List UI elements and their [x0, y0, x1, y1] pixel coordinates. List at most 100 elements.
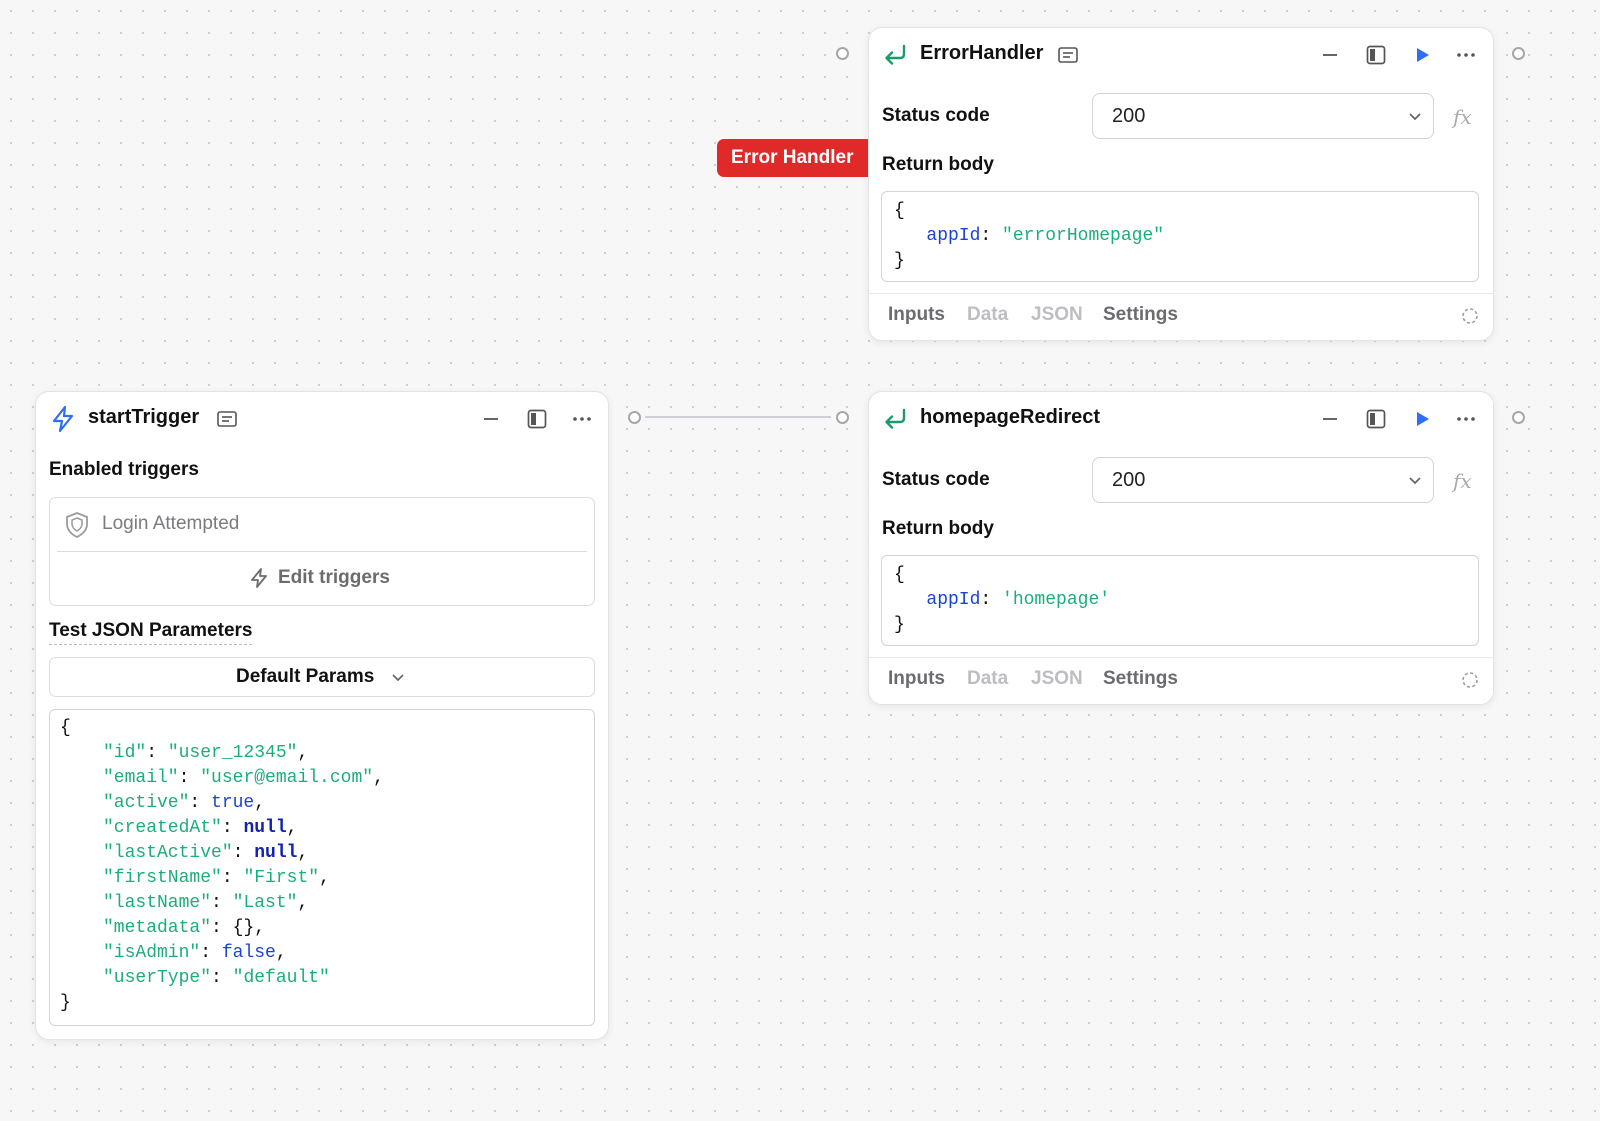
- start-trigger-node[interactable]: startTrigger Enabled triggers Login Atte…: [35, 391, 609, 1040]
- tab-settings[interactable]: Settings: [1103, 668, 1178, 690]
- status-code-value: 200: [1112, 105, 1146, 127]
- json-value: "user@email.com": [200, 768, 374, 788]
- trigger-item-label: Login Attempted: [102, 513, 240, 534]
- json-line: "metadata": {},: [60, 916, 384, 941]
- json-value: null: [243, 818, 287, 838]
- tab-settings[interactable]: Settings: [1103, 304, 1178, 326]
- error-handler-node[interactable]: ErrorHandler Status code 200 fx Return b…: [868, 27, 1494, 341]
- tab-data[interactable]: Data: [967, 304, 1008, 326]
- shield-icon: [64, 511, 90, 544]
- error-handler-tag[interactable]: Error Handler: [717, 139, 868, 177]
- node-tabs: Inputs Data JSON Settings: [869, 657, 1493, 704]
- json-key: "metadata": [103, 918, 212, 938]
- more-icon[interactable]: [1455, 409, 1477, 434]
- node-header: ErrorHandler: [869, 28, 1493, 82]
- node-title[interactable]: ErrorHandler: [920, 42, 1043, 65]
- json-colon: :: [232, 843, 255, 863]
- json-colon: :: [221, 818, 244, 838]
- panel-icon[interactable]: [1365, 44, 1387, 71]
- fx-icon[interactable]: fx: [1453, 105, 1472, 129]
- params-select[interactable]: Default Params: [49, 657, 595, 697]
- json-colon: :: [146, 743, 168, 763]
- minimize-icon[interactable]: [1320, 409, 1340, 434]
- json-line: "isAdmin": false,: [60, 941, 384, 966]
- test-json-editor[interactable]: {"id": "user_12345", "email": "user@email…: [49, 709, 595, 1026]
- json-value: "First": [243, 868, 320, 888]
- code-colon: :: [980, 590, 1003, 610]
- json-close-brace: }: [60, 993, 71, 1013]
- code-value: 'homepage': [1002, 590, 1111, 610]
- description-icon[interactable]: [1057, 45, 1079, 70]
- json-colon: :: [211, 968, 233, 988]
- json-value: "Last": [232, 893, 298, 913]
- homepage-redirect-node[interactable]: homepageRedirect Status code 200 fx Retu…: [868, 391, 1494, 705]
- description-icon[interactable]: [216, 409, 238, 434]
- chevron-down-icon: [390, 669, 406, 690]
- json-value: "user_12345": [167, 743, 298, 763]
- json-colon: :: [189, 793, 212, 813]
- json-key: "id": [103, 743, 147, 763]
- json-key: "lastName": [103, 893, 212, 913]
- edit-triggers-button[interactable]: Edit triggers: [50, 552, 594, 605]
- status-code-select[interactable]: 200: [1092, 457, 1434, 503]
- code-colon: :: [980, 226, 1003, 246]
- trigger-item[interactable]: Login Attempted: [50, 498, 594, 551]
- params-select-value: Default Params: [236, 666, 375, 687]
- error-handler-output-port[interactable]: [1512, 47, 1525, 60]
- loading-spinner-icon: [1460, 306, 1480, 331]
- json-colon: :: [200, 943, 222, 963]
- code-value: "errorHomepage": [1002, 226, 1165, 246]
- more-icon[interactable]: [571, 409, 593, 434]
- loading-spinner-icon: [1460, 670, 1480, 695]
- return-body-editor[interactable]: { appId: 'homepage' }: [881, 555, 1479, 646]
- json-colon: :: [178, 768, 201, 788]
- fx-icon[interactable]: fx: [1453, 469, 1472, 493]
- homepage-redirect-output-port[interactable]: [1512, 411, 1525, 424]
- code-brace: {: [894, 565, 905, 585]
- node-title[interactable]: homepageRedirect: [920, 406, 1100, 429]
- node-header: startTrigger: [36, 392, 608, 446]
- minimize-icon[interactable]: [1320, 45, 1340, 70]
- start-trigger-output-port[interactable]: [628, 411, 641, 424]
- panel-icon[interactable]: [1365, 408, 1387, 435]
- homepage-redirect-input-port[interactable]: [836, 411, 849, 424]
- node-header: homepageRedirect: [869, 392, 1493, 446]
- json-value: true: [211, 793, 255, 813]
- error-handler-input-port[interactable]: [836, 47, 849, 60]
- tab-data[interactable]: Data: [967, 668, 1008, 690]
- json-colon: :: [221, 868, 244, 888]
- tab-json[interactable]: JSON: [1031, 304, 1083, 326]
- json-open-brace: {: [60, 718, 71, 738]
- json-key: "email": [103, 768, 179, 788]
- minimize-icon[interactable]: [481, 409, 501, 434]
- enabled-triggers-label: Enabled triggers: [49, 459, 199, 480]
- json-line: "createdAt": null,: [60, 816, 384, 841]
- return-arrow-icon: [882, 406, 908, 437]
- json-key: "createdAt": [103, 818, 222, 838]
- json-line: "email": "user@email.com",: [60, 766, 384, 791]
- code-key: appId: [926, 226, 981, 246]
- node-title[interactable]: startTrigger: [88, 406, 199, 429]
- lightning-icon: [50, 405, 76, 438]
- json-colon: :: [211, 893, 233, 913]
- chevron-down-icon: [1407, 108, 1423, 129]
- json-line: "id": "user_12345",: [60, 741, 384, 766]
- return-body-editor[interactable]: { appId: "errorHomepage" }: [881, 191, 1479, 282]
- tab-inputs[interactable]: Inputs: [888, 668, 945, 690]
- tab-json[interactable]: JSON: [1031, 668, 1083, 690]
- run-icon[interactable]: [1412, 45, 1432, 70]
- json-value: {}: [232, 918, 255, 938]
- json-comma: ,: [275, 943, 287, 963]
- json-value: "default": [232, 968, 330, 988]
- test-json-parameters-label: Test JSON Parameters: [49, 620, 253, 645]
- run-icon[interactable]: [1412, 409, 1432, 434]
- json-comma: ,: [319, 868, 330, 888]
- tab-inputs[interactable]: Inputs: [888, 304, 945, 326]
- panel-icon[interactable]: [526, 408, 548, 435]
- return-body-label: Return body: [882, 154, 994, 175]
- json-comma: ,: [254, 918, 266, 938]
- more-icon[interactable]: [1455, 45, 1477, 70]
- json-line: "active": true,: [60, 791, 384, 816]
- status-code-select[interactable]: 200: [1092, 93, 1434, 139]
- json-comma: ,: [297, 893, 309, 913]
